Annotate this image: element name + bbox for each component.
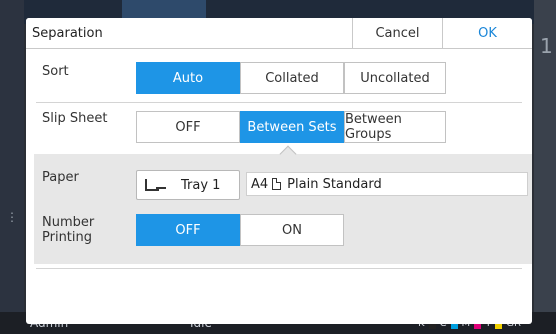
paper-label: Paper	[42, 170, 79, 185]
sort-option-auto[interactable]: Auto	[136, 62, 240, 94]
dialog-title: Separation	[32, 26, 103, 41]
background-left-panel	[0, 0, 24, 334]
tray-icon	[145, 179, 166, 191]
slip-sheet-option-between-groups[interactable]: Between Groups	[344, 111, 446, 143]
sort-option-collated[interactable]: Collated	[240, 62, 344, 94]
tray-label: Tray 1	[181, 178, 221, 193]
number-printing-option-on[interactable]: ON	[240, 214, 344, 246]
slip-sheet-settings-panel	[34, 154, 532, 264]
sort-label: Sort	[42, 64, 69, 79]
slip-sheet-option-between-sets[interactable]: Between Sets	[240, 111, 344, 143]
paper-info-field: A4 Plain Standard	[246, 172, 528, 196]
background-glyph: ⋮	[6, 210, 18, 224]
sort-option-uncollated[interactable]: Uncollated	[344, 62, 446, 94]
paper-type: Plain Standard	[287, 176, 382, 192]
tray-select-button[interactable]: Tray 1	[136, 170, 240, 200]
slip-sheet-label: Slip Sheet	[42, 111, 108, 126]
ok-button[interactable]: OK	[442, 18, 532, 49]
slip-sheet-option-off[interactable]: OFF	[136, 111, 240, 143]
background-glyph: 1	[540, 34, 553, 58]
cancel-button[interactable]: Cancel	[352, 18, 442, 49]
paper-orientation-icon	[272, 178, 282, 190]
divider	[36, 102, 522, 103]
number-printing-option-off[interactable]: OFF	[136, 214, 240, 246]
number-printing-label: Number Printing	[42, 215, 95, 245]
dialog-header: Separation Cancel OK	[26, 18, 532, 49]
separation-dialog: Separation Cancel OK Sort Auto Collated …	[26, 18, 532, 324]
divider	[36, 268, 522, 269]
paper-size: A4	[251, 176, 269, 192]
